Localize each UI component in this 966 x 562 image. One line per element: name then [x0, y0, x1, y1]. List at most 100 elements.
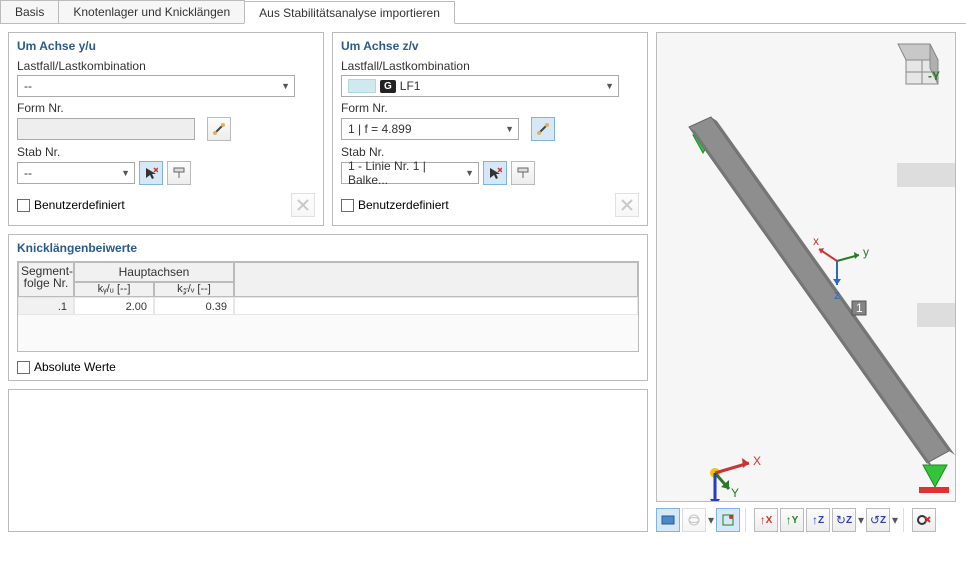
- member-icon: [172, 166, 186, 180]
- panel-zv-title: Um Achse z/v: [341, 39, 639, 53]
- chevron-down-icon: ▼: [505, 124, 514, 134]
- member-icon: [516, 166, 530, 180]
- yu-stab-label: Stab Nr.: [17, 145, 315, 159]
- cursor-x-icon: [144, 166, 158, 180]
- yu-pick-cursor-button[interactable]: [139, 161, 163, 185]
- panel-axis-yu: Um Achse y/u Lastfall/Lastkombination --…: [8, 32, 324, 226]
- chevron-down-icon: ▼: [121, 168, 130, 178]
- cursor-x-icon: [488, 166, 502, 180]
- zv-stab-value: 1 - Linie Nr. 1 | Balke...: [348, 159, 465, 187]
- yu-crossed-button[interactable]: [291, 193, 315, 217]
- yu-userdef-label: Benutzerdefiniert: [34, 198, 125, 212]
- axis-x: X: [753, 454, 761, 468]
- table-title: Knicklängenbeiwerte: [17, 241, 639, 255]
- axis-letter: Y: [792, 515, 799, 526]
- chevron-down-icon: ▼: [605, 81, 614, 91]
- zv-load-value-wrap: G LF1: [348, 79, 420, 93]
- zv-stab-select[interactable]: 1 - Linie Nr. 1 | Balke... ▼: [341, 162, 479, 184]
- node-label: 1: [856, 301, 863, 315]
- zv-load-value: LF1: [400, 79, 421, 93]
- rotate-icon: ↻: [836, 513, 846, 527]
- cell-seg: .1: [18, 297, 74, 315]
- dropdown-caret[interactable]: ▾: [858, 508, 864, 532]
- th-kzv: k𝓏/ᵥ [--]: [154, 282, 234, 297]
- axis-letter: X: [766, 515, 773, 526]
- zv-userdef-checkbox[interactable]: Benutzerdefiniert: [341, 198, 449, 212]
- cross-icon: [296, 198, 310, 212]
- tabs-bar: Basis Knotenlager und Knicklängen Aus St…: [0, 0, 966, 24]
- globe-icon: [687, 513, 701, 527]
- table-empty-space: [18, 315, 638, 351]
- tab-basis[interactable]: Basis: [0, 0, 59, 23]
- tab-knotenlager[interactable]: Knotenlager und Knicklängen: [58, 0, 245, 23]
- dropdown-caret[interactable]: ▾: [892, 508, 898, 532]
- yu-form-show-button[interactable]: [207, 117, 231, 141]
- toolbtn-view-z-rot1[interactable]: ↻Z: [832, 508, 856, 532]
- reset-view-icon: [917, 513, 931, 527]
- axis-letter: Z: [846, 515, 852, 526]
- zv-load-select[interactable]: G LF1 ▼: [341, 75, 619, 97]
- yu-form-select[interactable]: [17, 118, 195, 140]
- zv-userdef-label: Benutzerdefiniert: [358, 198, 449, 212]
- yu-load-select[interactable]: -- ▼: [17, 75, 295, 97]
- cross-icon: [620, 198, 634, 212]
- dropdown-caret[interactable]: ▾: [708, 508, 714, 532]
- load-type-badge: G: [380, 80, 396, 93]
- toolbtn-view-y[interactable]: ↑Y: [780, 508, 804, 532]
- tab-import-stability[interactable]: Aus Stabilitätsanalyse importieren: [244, 1, 455, 24]
- cell-kzv: 0.39: [154, 297, 234, 315]
- zv-pick-cursor-button[interactable]: [483, 161, 507, 185]
- toolbtn-show-axes[interactable]: [716, 508, 740, 532]
- yu-member-button[interactable]: [167, 161, 191, 185]
- zv-crossed-button[interactable]: [615, 193, 639, 217]
- th-kyu: kᵧ/ᵤ [--]: [74, 282, 154, 297]
- toolbtn-view-x[interactable]: ↑X: [754, 508, 778, 532]
- toolbtn-view-z[interactable]: ↑Z: [806, 508, 830, 532]
- toolbtn-reset-view[interactable]: [912, 508, 936, 532]
- zv-load-label: Lastfall/Lastkombination: [341, 59, 639, 73]
- axis-x-lower: x: [813, 234, 819, 248]
- yu-load-label: Lastfall/Lastkombination: [17, 59, 315, 73]
- toolbtn-display-mode[interactable]: [656, 508, 680, 532]
- th-hauptachsen: Hauptachsen: [74, 262, 234, 282]
- panel-empty: [8, 389, 648, 532]
- cell-kyu: 2.00: [74, 297, 154, 315]
- th-blank: [234, 262, 638, 297]
- yu-form-label: Form Nr.: [17, 101, 315, 115]
- panel-axis-zv: Um Achse z/v Lastfall/Lastkombination G …: [332, 32, 648, 226]
- axis-letter: Z: [880, 515, 886, 526]
- viewport-toolbar: ▾ ↑X ↑Y ↑Z ↻Z ▾ ↺Z ▾: [656, 508, 956, 532]
- absolute-values-label: Absolute Werte: [34, 360, 116, 374]
- zv-form-label: Form Nr.: [341, 101, 639, 115]
- toolbtn-render[interactable]: [682, 508, 706, 532]
- zv-form-value: 1 | f = 4.899: [348, 122, 412, 136]
- cell-rest: [234, 297, 638, 315]
- knick-table: Segment- folge Nr. Hauptachsen kᵧ/ᵤ [--]…: [17, 261, 639, 352]
- th-segment: Segment- folge Nr.: [18, 262, 74, 297]
- bone-icon: [536, 122, 550, 136]
- yu-stab-select[interactable]: -- ▼: [17, 162, 135, 184]
- zv-stab-label: Stab Nr.: [341, 145, 639, 159]
- toolbtn-view-z-rot2[interactable]: ↺Z: [866, 508, 890, 532]
- axis-letter: Z: [818, 515, 824, 526]
- panel-yu-title: Um Achse y/u: [17, 39, 315, 53]
- axes-overlay-icon: [721, 513, 735, 527]
- separator: [745, 508, 749, 532]
- model-render: x y z 1 X Y Z: [657, 33, 956, 502]
- panel-knick-table: Knicklängenbeiwerte Segment- folge Nr. H…: [8, 234, 648, 381]
- chevron-down-icon: ▼: [281, 81, 290, 91]
- absolute-values-checkbox[interactable]: Absolute Werte: [17, 360, 116, 374]
- zv-form-show-button[interactable]: [531, 117, 555, 141]
- separator: [903, 508, 907, 532]
- yu-userdef-checkbox[interactable]: Benutzerdefiniert: [17, 198, 125, 212]
- rotate-icon: ↺: [870, 513, 880, 527]
- zv-form-select[interactable]: 1 | f = 4.899 ▼: [341, 118, 519, 140]
- display-icon: [661, 513, 675, 527]
- axis-z-lower: z: [834, 288, 840, 302]
- load-case-color-swatch: [348, 79, 376, 93]
- table-row[interactable]: .1 2.00 0.39: [18, 297, 638, 315]
- 3d-viewport[interactable]: -Y: [656, 32, 956, 502]
- zv-member-button[interactable]: [511, 161, 535, 185]
- axis-y: Y: [731, 486, 739, 500]
- bone-icon: [212, 122, 226, 136]
